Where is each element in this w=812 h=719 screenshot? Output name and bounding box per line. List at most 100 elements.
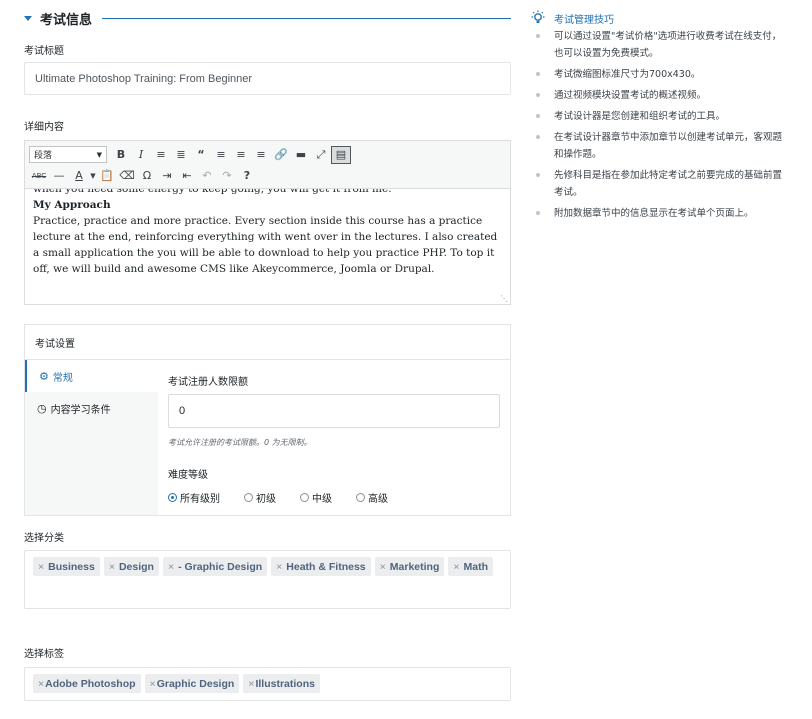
tip-item: 通过视频模块设置考试的概述视频。: [530, 87, 790, 104]
chevron-down-icon[interactable]: ▼: [89, 167, 97, 185]
difficulty-label: 难度等级: [168, 470, 208, 481]
tip-item: 考试微缩图标准尺寸为700x430。: [530, 66, 790, 83]
lightbulb-icon: [531, 10, 545, 23]
difficulty-radio-group: 所有级别 初级 中级 高级: [168, 490, 402, 505]
remove-icon[interactable]: ×: [168, 561, 174, 573]
align-left-icon[interactable]: ≡: [211, 146, 231, 164]
tip-item: 先修科目是指在参加此特定考试之前要完成的基础前置考试。: [530, 167, 790, 201]
categories-select[interactable]: × Business × Design × - Graphic Design × Hea…: [24, 550, 511, 609]
tags-select[interactable]: × Adobe Photoshop × Graphic Design × Illust…: [24, 667, 511, 701]
tips-panel: 考试管理技巧 可以通过设置"考试价格"选项进行收费考试在线支付，也可以设置为免费…: [530, 10, 790, 226]
remove-icon[interactable]: ×: [109, 561, 115, 573]
remove-icon[interactable]: ×: [276, 561, 282, 573]
radio-label: 高级: [368, 494, 388, 505]
strikethrough-icon[interactable]: ABC: [29, 167, 49, 185]
toolbar-toggle-icon[interactable]: ▤: [331, 145, 351, 164]
tag-label: Math: [463, 560, 489, 573]
radio-icon[interactable]: [356, 493, 365, 502]
category-tag[interactable]: × Design: [103, 557, 159, 576]
difficulty-option-beginner[interactable]: 初级: [244, 490, 276, 505]
details-label: 详细内容: [24, 122, 64, 133]
read-more-icon[interactable]: ▬: [291, 146, 311, 164]
undo-icon[interactable]: ↶: [197, 167, 217, 185]
numbered-list-icon[interactable]: ≣: [171, 146, 191, 164]
blockquote-icon[interactable]: “: [191, 146, 211, 164]
tag-label: - Graphic Design: [178, 560, 263, 573]
tab-general[interactable]: ⚙ 常规: [25, 360, 158, 392]
difficulty-option-expert[interactable]: 高级: [356, 490, 388, 505]
tab-content-drip-label: 内容学习条件: [50, 404, 111, 416]
remove-icon[interactable]: ×: [38, 561, 44, 573]
category-tag[interactable]: × Business: [33, 557, 100, 576]
radio-icon[interactable]: [244, 493, 253, 502]
resize-handle-icon[interactable]: ⋱: [500, 294, 508, 303]
chevron-down-icon: ▼: [96, 150, 102, 159]
settings-title: 考试设置: [25, 325, 510, 360]
tip-item: 可以通过设置"考试价格"选项进行收费考试在线支付，也可以设置为免费模式。: [530, 28, 790, 62]
tag-label: Business: [48, 560, 95, 573]
category-tag[interactable]: × - Graphic Design: [162, 557, 268, 576]
enroll-limit-hint: 考试允许注册的考试限额。0 为无限制。: [168, 438, 312, 447]
exam-title-label: 考试标题: [24, 46, 64, 57]
editor-content[interactable]: when you need some energy to keep going,…: [25, 189, 510, 293]
redo-icon[interactable]: ↷: [217, 167, 237, 185]
section-title: 考试信息: [40, 12, 93, 28]
tip-item: 附加数据章节中的信息显示在考试单个页面上。: [530, 205, 790, 222]
tag-label: Adobe Photoshop: [45, 677, 136, 690]
remove-icon[interactable]: ×: [453, 561, 459, 573]
tab-content-drip[interactable]: ◷ 内容学习条件: [25, 392, 158, 424]
fullscreen-icon[interactable]: ⤢: [311, 146, 331, 164]
caret-down-icon[interactable]: [24, 15, 32, 21]
tag-label: Graphic Design: [156, 677, 235, 690]
remove-icon[interactable]: ×: [150, 678, 156, 690]
bullet-list-icon[interactable]: ≡: [151, 146, 171, 164]
outdent-icon[interactable]: ⇤: [177, 167, 197, 185]
paste-text-icon[interactable]: 📋: [97, 167, 117, 185]
tag-label: Heath & Fitness: [286, 560, 366, 573]
difficulty-option-all[interactable]: 所有级别: [168, 490, 220, 505]
clear-format-icon[interactable]: ⌫: [117, 167, 137, 185]
section-divider: [102, 17, 511, 19]
bold-icon[interactable]: B: [111, 146, 131, 164]
settings-main: 考试注册人数限额 考试允许注册的考试限额。0 为无限制。 难度等级 所有级别 初…: [158, 360, 510, 515]
exam-tag[interactable]: × Graphic Design: [144, 674, 240, 693]
tag-label: Marketing: [389, 560, 440, 573]
difficulty-option-intermediate[interactable]: 中级: [300, 490, 332, 505]
exam-tag[interactable]: × Illustrations: [243, 674, 320, 693]
radio-label: 中级: [312, 494, 332, 505]
tag-label: Design: [118, 560, 154, 573]
enroll-limit-label: 考试注册人数限额: [168, 377, 248, 388]
rich-text-editor: 段落 ▼ B I ≡ ≣ “ ≡ ≡ ≡ 🔗 ▬ ⤢ ▤ ABC — A ▼ 📋…: [24, 140, 511, 305]
align-center-icon[interactable]: ≡: [231, 146, 251, 164]
text-color-icon[interactable]: A: [69, 167, 89, 185]
radio-label: 所有级别: [180, 494, 220, 505]
italic-icon[interactable]: I: [131, 146, 151, 164]
help-icon[interactable]: ?: [237, 167, 257, 185]
radio-icon[interactable]: [300, 493, 309, 502]
link-icon[interactable]: 🔗: [271, 146, 291, 164]
gear-icon: ⚙: [39, 369, 49, 383]
tips-title: 考试管理技巧: [554, 14, 614, 26]
enroll-limit-input[interactable]: [168, 394, 500, 428]
category-tag[interactable]: × Heath & Fitness: [271, 557, 371, 576]
editor-heading: My Approach: [33, 199, 111, 211]
remove-icon[interactable]: ×: [248, 678, 254, 690]
tips-header: 考试管理技巧: [530, 10, 790, 26]
remove-icon[interactable]: ×: [380, 561, 386, 573]
special-char-icon[interactable]: Ω: [137, 167, 157, 185]
remove-icon[interactable]: ×: [38, 678, 44, 690]
category-tag[interactable]: × Marketing: [374, 557, 445, 576]
editor-paragraph: Practice, practice and more practice. Ev…: [33, 215, 498, 275]
tip-item: 在考试设计器章节中添加章节以创建考试单元，客观题和操作题。: [530, 129, 790, 163]
horizontal-line-icon[interactable]: —: [49, 167, 69, 185]
align-right-icon[interactable]: ≡: [251, 146, 271, 164]
tips-list: 可以通过设置"考试价格"选项进行收费考试在线支付，也可以设置为免费模式。 考试微…: [530, 28, 790, 222]
radio-checked-icon[interactable]: [168, 493, 177, 502]
exam-info-section-header[interactable]: 考试信息: [24, 8, 511, 28]
format-select[interactable]: 段落 ▼: [29, 146, 107, 163]
radio-label: 初级: [256, 494, 276, 505]
indent-icon[interactable]: ⇥: [157, 167, 177, 185]
exam-tag[interactable]: × Adobe Photoshop: [33, 674, 141, 693]
category-tag[interactable]: × Math: [448, 557, 494, 576]
exam-title-input[interactable]: [24, 62, 511, 95]
